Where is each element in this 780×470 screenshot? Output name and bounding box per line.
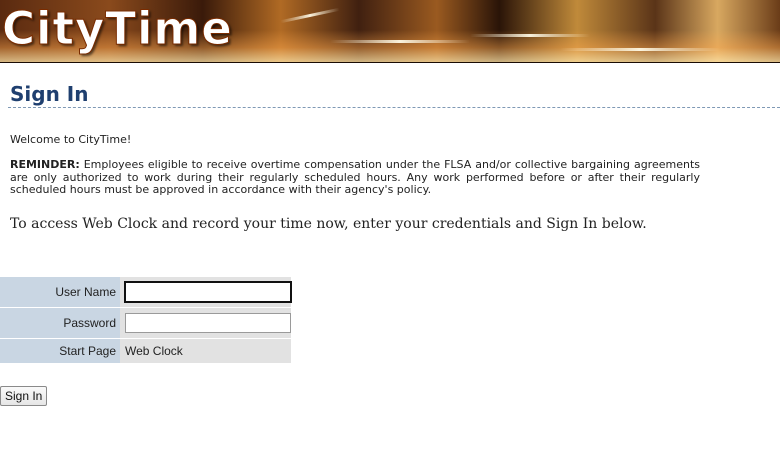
banner-light-streak (330, 40, 470, 43)
username-row: User Name (0, 277, 291, 308)
banner-light-streak (470, 34, 590, 37)
password-input[interactable] (125, 313, 291, 333)
citytime-banner: CityTime (0, 0, 780, 63)
reminder-label: REMINDER: (10, 158, 80, 171)
page-title: Sign In (10, 82, 89, 106)
banner-light-streak (560, 48, 720, 51)
start-page-row: Start Page Web Clock (0, 338, 291, 364)
login-form: User Name Password Start Page Web Clock (0, 277, 291, 364)
reminder-notice: REMINDER: Employees eligible to receive … (10, 158, 700, 197)
password-row: Password (0, 307, 291, 339)
password-label: Password (0, 307, 120, 339)
access-instructions: To access Web Clock and record your time… (10, 216, 647, 232)
banner-light-streak (280, 7, 340, 24)
title-divider (8, 107, 780, 108)
welcome-message: Welcome to CityTime! (10, 133, 132, 146)
citytime-logo: CityTime (2, 2, 233, 56)
username-input[interactable] (125, 282, 291, 302)
start-page-value: Web Clock (120, 338, 291, 364)
reminder-text: Employees eligible to receive overtime c… (10, 158, 700, 196)
start-page-label: Start Page (0, 338, 120, 364)
sign-in-button[interactable]: Sign In (0, 386, 48, 406)
username-label: User Name (0, 277, 120, 308)
